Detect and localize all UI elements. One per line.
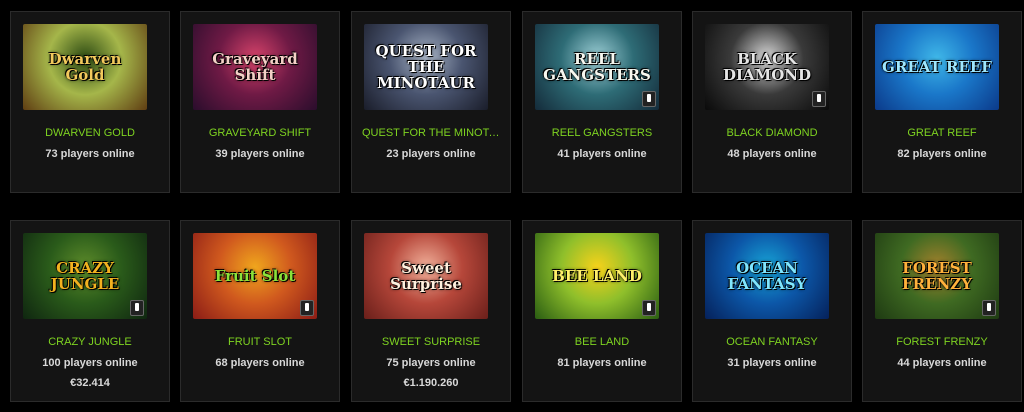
game-card[interactable]: CRAZY JUNGLE CRAZY JUNGLE 100 players onli… <box>10 220 170 402</box>
game-thumbnail[interactable]: Dwarven Gold <box>23 24 147 110</box>
game-card[interactable]: Fruit Slot FRUIT SLOT 68 players online <box>180 220 340 402</box>
game-card[interactable]: BLACK DIAMOND BLACK DIAMOND 48 players onl… <box>692 11 852 193</box>
game-title[interactable]: GRAVEYARD SHIFT <box>181 127 339 139</box>
players-online: 41 players online <box>557 148 647 160</box>
mobile-icon <box>642 91 656 107</box>
players-online: 73 players online <box>45 148 135 160</box>
game-logo: Dwarven Gold <box>48 50 122 84</box>
game-title[interactable]: BLACK DIAMOND <box>693 127 851 139</box>
game-thumbnail[interactable]: Graveyard Shift <box>193 24 317 110</box>
game-title[interactable]: SWEET SURPRISE <box>352 336 510 348</box>
game-card[interactable]: Sweet Surprise SWEET SURPRISE 75 players o… <box>351 220 511 402</box>
mobile-icon <box>642 300 656 316</box>
game-title[interactable]: REEL GANGSTERS <box>523 127 681 139</box>
game-logo: Graveyard Shift <box>212 50 298 84</box>
game-card[interactable]: QUEST FOR THE MINOTAUR QUEST FOR THE MINO… <box>351 11 511 193</box>
jackpot-amount: €1.190.260 <box>403 377 459 389</box>
game-thumbnail[interactable]: REEL GANGSTERS <box>535 24 659 110</box>
game-logo: OCEAN FANTASY <box>727 259 807 293</box>
players-online: 23 players online <box>386 148 476 160</box>
game-thumbnail[interactable]: OCEAN FANTASY <box>705 233 829 319</box>
jackpot-amount: €32.414 <box>70 377 110 389</box>
game-logo: BLACK DIAMOND <box>722 50 812 84</box>
game-logo: Fruit Slot <box>214 267 296 285</box>
mobile-icon <box>300 300 314 316</box>
mobile-icon <box>812 91 826 107</box>
game-card[interactable]: FOREST FRENZY FOREST FRENZY 44 players onl… <box>862 220 1022 402</box>
game-logo: CRAZY JUNGLE <box>50 259 120 293</box>
game-grid: Dwarven Gold DWARVEN GOLD 73 players onlin… <box>0 0 1024 412</box>
players-online: 68 players online <box>215 357 305 369</box>
players-online: 31 players online <box>727 357 817 369</box>
game-thumbnail[interactable]: FOREST FRENZY <box>875 233 999 319</box>
game-logo: BEE LAND <box>552 267 642 285</box>
game-title[interactable]: FRUIT SLOT <box>181 336 339 348</box>
game-thumbnail[interactable]: BEE LAND <box>535 233 659 319</box>
game-thumbnail[interactable]: QUEST FOR THE MINOTAUR <box>364 24 488 110</box>
players-online: 82 players online <box>897 148 987 160</box>
players-online: 44 players online <box>897 357 987 369</box>
game-thumbnail[interactable]: Sweet Surprise <box>364 233 488 319</box>
players-online: 81 players online <box>557 357 647 369</box>
players-online: 100 players online <box>42 357 138 369</box>
game-card[interactable]: GREAT REEF GREAT REEF 82 players online <box>862 11 1022 193</box>
players-online: 75 players online <box>386 357 476 369</box>
game-thumbnail[interactable]: Fruit Slot <box>193 233 317 319</box>
players-online: 48 players online <box>727 148 817 160</box>
game-thumbnail[interactable]: GREAT REEF <box>875 24 999 110</box>
mobile-icon <box>982 300 996 316</box>
game-thumbnail[interactable]: CRAZY JUNGLE <box>23 233 147 319</box>
game-logo: QUEST FOR THE MINOTAUR <box>375 42 477 92</box>
game-logo: Sweet Surprise <box>390 259 462 293</box>
game-title[interactable]: OCEAN FANTASY <box>693 336 851 348</box>
game-logo: GREAT REEF <box>882 58 992 76</box>
game-title[interactable]: FOREST FRENZY <box>863 336 1021 348</box>
game-logo: REEL GANGSTERS <box>543 50 651 84</box>
game-title[interactable]: DWARVEN GOLD <box>11 127 169 139</box>
players-online: 39 players online <box>215 148 305 160</box>
game-title[interactable]: CRAZY JUNGLE <box>11 336 169 348</box>
game-title[interactable]: QUEST FOR THE MINOTA... <box>352 127 510 139</box>
game-title[interactable]: BEE LAND <box>523 336 681 348</box>
game-logo: FOREST FRENZY <box>902 259 972 293</box>
game-card[interactable]: BEE LAND BEE LAND 81 players online <box>522 220 682 402</box>
game-card[interactable]: OCEAN FANTASY OCEAN FANTASY 31 players onl… <box>692 220 852 402</box>
game-card[interactable]: Dwarven Gold DWARVEN GOLD 73 players onlin… <box>10 11 170 193</box>
game-title[interactable]: GREAT REEF <box>863 127 1021 139</box>
game-card[interactable]: Graveyard Shift GRAVEYARD SHIFT 39 players… <box>180 11 340 193</box>
game-card[interactable]: REEL GANGSTERS REEL GANGSTERS 41 players o… <box>522 11 682 193</box>
mobile-icon <box>130 300 144 316</box>
game-thumbnail[interactable]: BLACK DIAMOND <box>705 24 829 110</box>
